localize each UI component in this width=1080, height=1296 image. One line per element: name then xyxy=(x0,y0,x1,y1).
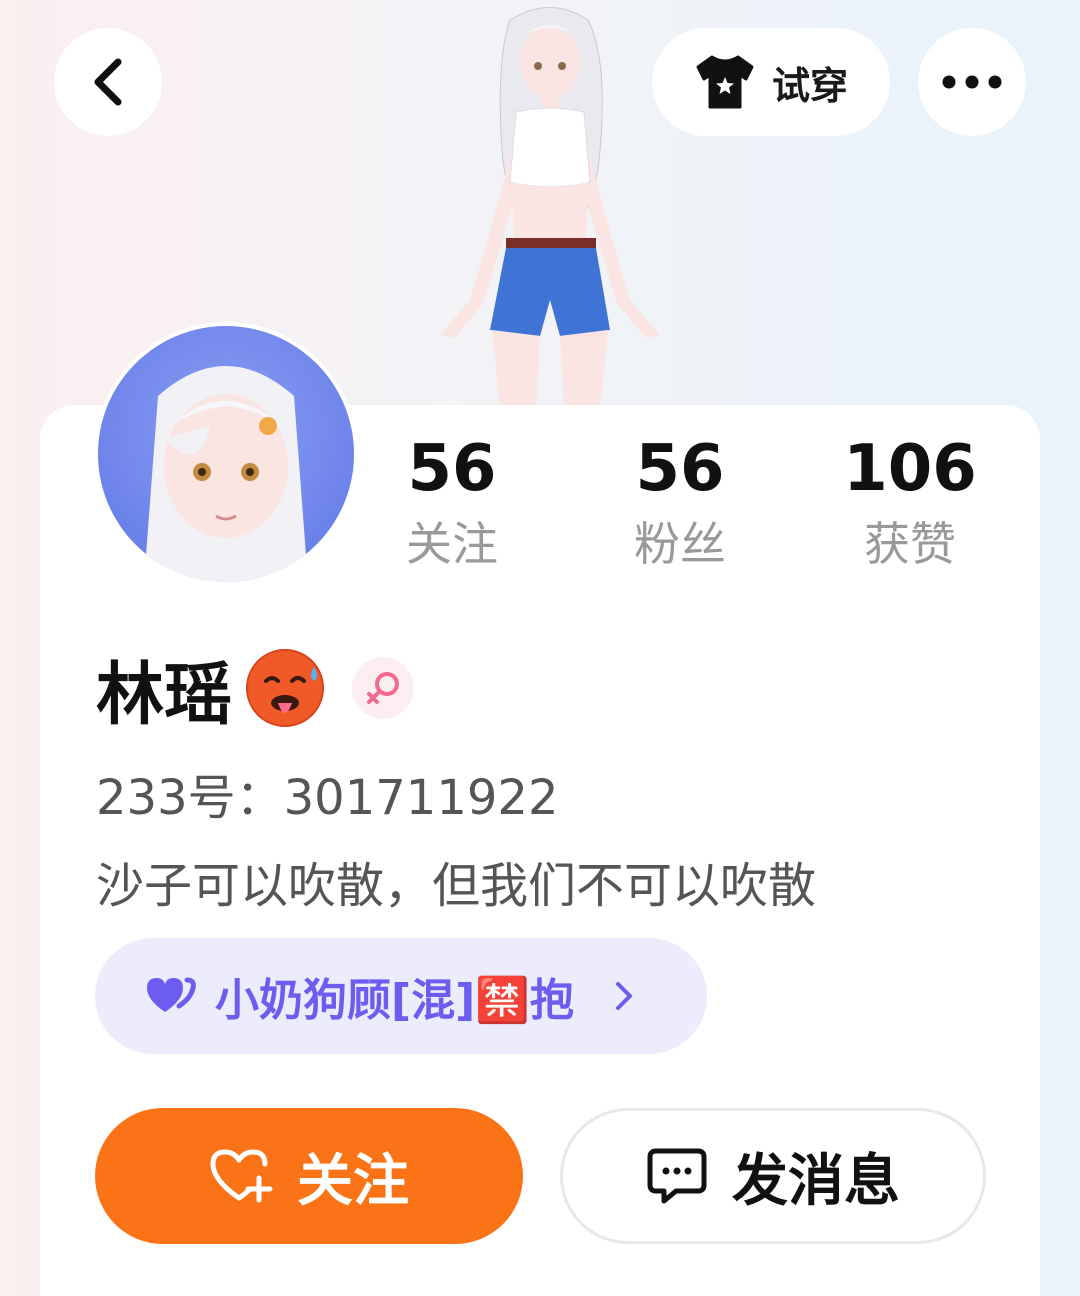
female-symbol-icon xyxy=(367,672,400,704)
stat-followers[interactable]: 56 粉丝 xyxy=(580,430,780,576)
stat-value: 56 xyxy=(407,432,497,506)
follow-button-label: 关注 xyxy=(297,1148,409,1214)
more-button[interactable] xyxy=(918,28,1026,136)
send-message-button[interactable]: 发消息 xyxy=(560,1108,986,1244)
user-id-label: 233号： xyxy=(96,770,284,826)
user-id-value: 301711922 xyxy=(283,770,559,826)
back-button[interactable] xyxy=(54,28,162,136)
user-bio: 沙子可以吹散，但我们不可以吹散 xyxy=(96,858,817,914)
hot-face-emoji-icon xyxy=(246,649,325,727)
double-heart-icon xyxy=(147,977,196,1012)
avatar-portrait xyxy=(144,366,308,582)
tshirt-icon xyxy=(696,55,754,109)
stat-label: 粉丝 xyxy=(634,517,726,571)
relationship-tag-text: 小奶狗顾[混]🈲抱 xyxy=(215,975,575,1026)
gender-badge xyxy=(352,657,415,719)
avatar[interactable] xyxy=(94,322,358,586)
stat-value: 106 xyxy=(843,432,977,506)
stats-row: 56 关注 56 粉丝 106 获赞 xyxy=(380,430,1000,590)
user-id-row: 233号：301711922 xyxy=(96,758,558,828)
heart-plus-icon xyxy=(210,1149,273,1203)
stat-value: 56 xyxy=(635,432,725,506)
try-on-button[interactable]: 试穿 xyxy=(652,28,890,136)
stat-label: 获赞 xyxy=(864,517,956,571)
stat-likes[interactable]: 106 获赞 xyxy=(810,430,1010,576)
profile-page: 试穿 56 关注 56 粉丝 106 获赞 林瑶 233号：301711922 … xyxy=(0,0,1080,1296)
follow-button[interactable]: 关注 xyxy=(95,1108,523,1244)
name-row: 林瑶 xyxy=(96,648,415,735)
more-dots-icon xyxy=(942,75,1002,89)
relationship-tag[interactable]: 小奶狗顾[混]🈲抱 xyxy=(95,938,707,1054)
chevron-right-icon xyxy=(616,982,633,1010)
chevron-left-icon xyxy=(94,58,122,106)
user-name: 林瑶 xyxy=(96,655,233,735)
stat-following[interactable]: 56 关注 xyxy=(352,430,552,576)
stat-label: 关注 xyxy=(406,517,498,571)
try-on-label: 试穿 xyxy=(771,63,848,108)
send-message-label: 发消息 xyxy=(732,1148,900,1214)
avatar-3d-figure xyxy=(440,7,660,410)
chat-bubble-icon xyxy=(647,1148,707,1204)
